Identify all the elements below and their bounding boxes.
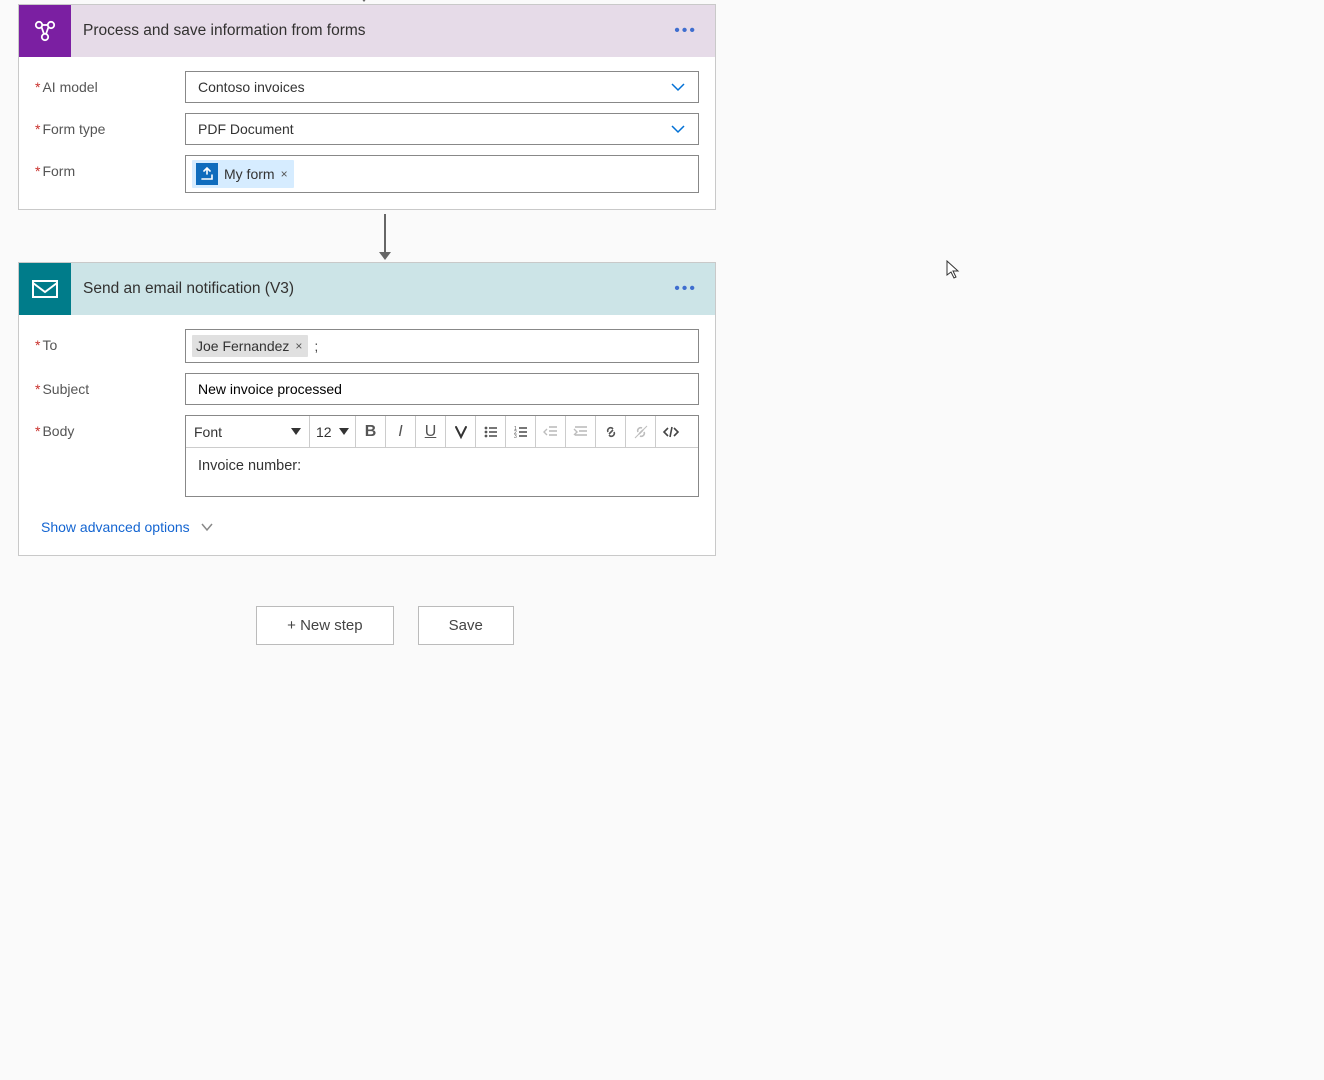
new-step-button[interactable]: + New step bbox=[256, 606, 393, 645]
field-to: *To Joe Fernandez × ; bbox=[35, 329, 699, 363]
token-label: My form bbox=[224, 166, 275, 182]
advanced-label: Show advanced options bbox=[41, 519, 190, 535]
flow-canvas: Process and save information from forms … bbox=[0, 0, 1324, 645]
field-form: *Form My form × bbox=[35, 155, 699, 193]
bold-button[interactable]: B bbox=[356, 416, 386, 447]
form-token[interactable]: My form × bbox=[192, 160, 294, 188]
step-body: *AI model Contoso invoices *Form type PD… bbox=[19, 57, 715, 209]
unlink-button[interactable] bbox=[626, 416, 656, 447]
chevron-down-icon bbox=[670, 121, 686, 137]
step-more-menu[interactable]: ••• bbox=[656, 22, 715, 40]
step-body: *To Joe Fernandez × ; *Subject bbox=[19, 315, 715, 497]
rte-content[interactable]: Invoice number: bbox=[186, 448, 698, 496]
field-form-type: *Form type PDF Document bbox=[35, 113, 699, 145]
subject-input[interactable] bbox=[185, 373, 699, 405]
bullet-list-button[interactable] bbox=[476, 416, 506, 447]
show-advanced-options[interactable]: Show advanced options bbox=[19, 519, 715, 555]
required-star: * bbox=[35, 381, 40, 397]
indent-button[interactable] bbox=[566, 416, 596, 447]
field-label: Form bbox=[42, 163, 75, 179]
step-process-forms: Process and save information from forms … bbox=[18, 4, 716, 210]
required-star: * bbox=[35, 121, 40, 137]
rte-size-value: 12 bbox=[316, 424, 332, 440]
form-token-input[interactable]: My form × bbox=[185, 155, 699, 193]
bottom-actions: + New step Save bbox=[36, 606, 734, 645]
required-star: * bbox=[35, 337, 40, 353]
step-header[interactable]: Send an email notification (V3) ••• bbox=[19, 263, 715, 315]
required-star: * bbox=[35, 163, 40, 179]
rte-font-select[interactable]: Font bbox=[186, 416, 310, 447]
italic-button[interactable]: I bbox=[386, 416, 416, 447]
ai-model-dropdown[interactable]: Contoso invoices bbox=[185, 71, 699, 103]
token-remove[interactable]: × bbox=[295, 339, 302, 353]
step-send-email: Send an email notification (V3) ••• *To … bbox=[18, 262, 716, 556]
mouse-cursor-icon bbox=[946, 260, 962, 280]
text-color-button[interactable] bbox=[446, 416, 476, 447]
step-title: Process and save information from forms bbox=[71, 22, 656, 40]
recipient-separator: ; bbox=[312, 338, 318, 354]
link-button[interactable] bbox=[596, 416, 626, 447]
field-subject: *Subject bbox=[35, 373, 699, 405]
connector-arrow bbox=[36, 210, 734, 262]
rich-text-editor: Font 12 B I U bbox=[185, 415, 699, 497]
field-label: Subject bbox=[42, 381, 89, 397]
rte-toolbar: Font 12 B I U bbox=[186, 416, 698, 448]
field-body: *Body Font 12 B bbox=[35, 415, 699, 497]
save-button[interactable]: Save bbox=[418, 606, 514, 645]
chevron-down-icon bbox=[670, 79, 686, 95]
field-label: To bbox=[42, 337, 57, 353]
field-label: Body bbox=[42, 423, 74, 439]
field-ai-model: *AI model Contoso invoices bbox=[35, 71, 699, 103]
field-label: Form type bbox=[42, 121, 105, 137]
required-star: * bbox=[35, 423, 40, 439]
rte-font-value: Font bbox=[194, 424, 222, 440]
arrow-tip-icon bbox=[356, 0, 372, 4]
step-title: Send an email notification (V3) bbox=[71, 280, 656, 298]
underline-button[interactable]: U bbox=[416, 416, 446, 447]
step-header[interactable]: Process and save information from forms … bbox=[19, 5, 715, 57]
dropdown-caret-icon bbox=[291, 428, 301, 435]
step-more-menu[interactable]: ••• bbox=[656, 280, 715, 298]
dynamic-content-icon bbox=[196, 163, 218, 185]
mail-icon bbox=[19, 263, 71, 315]
chevron-down-icon bbox=[200, 520, 214, 534]
dropdown-value: PDF Document bbox=[198, 121, 294, 137]
code-view-button[interactable] bbox=[656, 416, 686, 447]
token-remove[interactable]: × bbox=[281, 167, 288, 181]
outdent-button[interactable] bbox=[536, 416, 566, 447]
numbered-list-button[interactable]: 123 bbox=[506, 416, 536, 447]
form-type-dropdown[interactable]: PDF Document bbox=[185, 113, 699, 145]
dropdown-caret-icon bbox=[339, 428, 349, 435]
field-label: AI model bbox=[42, 79, 97, 95]
dropdown-value: Contoso invoices bbox=[198, 79, 305, 95]
token-label: Joe Fernandez bbox=[196, 338, 289, 354]
required-star: * bbox=[35, 79, 40, 95]
svg-text:3: 3 bbox=[514, 434, 517, 440]
rte-size-select[interactable]: 12 bbox=[310, 416, 356, 447]
ai-builder-icon bbox=[19, 5, 71, 57]
recipient-token[interactable]: Joe Fernandez × bbox=[192, 335, 308, 357]
to-field[interactable]: Joe Fernandez × ; bbox=[185, 329, 699, 363]
